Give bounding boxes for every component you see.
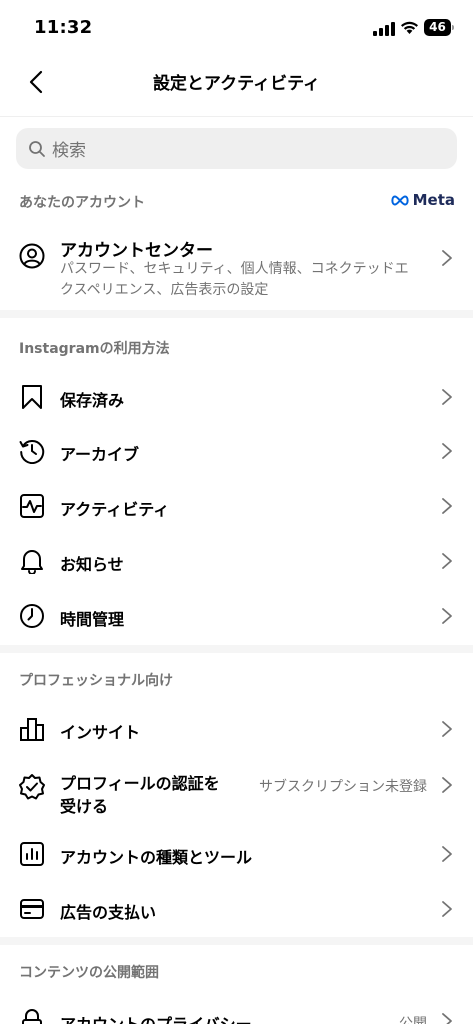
chevron-right-icon	[442, 498, 452, 514]
chevron-right-icon	[442, 608, 452, 624]
menu-item-label: 時間管理	[60, 610, 125, 629]
archive-history-icon	[18, 437, 46, 465]
nav-bar: 設定とアクティビティ	[0, 56, 473, 106]
section-header-your-account: あなたのアカウント	[19, 195, 145, 211]
menu-item-activity[interactable]: アクティビティ	[0, 479, 473, 534]
subscription-status: サブスクリプション未登録	[259, 779, 427, 795]
status-time: 11:32	[34, 17, 93, 38]
menu-item-label: アカウントの種類とツール	[60, 848, 253, 867]
section-divider	[0, 937, 473, 945]
menu-item-label-line1: プロフィールの認証を	[60, 774, 220, 793]
menu-item-label: 広告の支払い	[60, 903, 157, 922]
user-circle-icon	[18, 242, 46, 270]
menu-item-label: アカウントのプライバシー	[60, 1011, 252, 1024]
battery-icon: 46	[424, 19, 454, 36]
activity-icon	[18, 492, 46, 520]
battery-tip	[452, 25, 454, 30]
meta-logo: Meta	[390, 191, 455, 209]
chevron-right-icon	[442, 901, 452, 917]
bar-chart-icon	[18, 715, 46, 743]
chevron-right-icon	[442, 1013, 452, 1024]
section-header-for-professionals: プロフェッショナル向け	[19, 673, 173, 689]
bell-icon	[18, 547, 46, 575]
menu-item-insights[interactable]: インサイト	[0, 702, 473, 757]
chevron-right-icon	[442, 389, 452, 405]
chevron-right-icon	[442, 721, 452, 737]
menu-item-label: アクティビティ	[60, 500, 170, 519]
lock-icon	[18, 1008, 46, 1024]
chevron-right-icon	[442, 777, 452, 793]
chevron-right-icon	[442, 846, 452, 862]
section-divider	[0, 645, 473, 653]
menu-item-time-management[interactable]: 時間管理	[0, 589, 473, 644]
section-header-content-visibility: コンテンツの公開範囲	[19, 965, 159, 981]
search-input[interactable]: 検索	[16, 128, 457, 169]
battery-level: 46	[424, 19, 451, 36]
credit-card-icon	[18, 895, 46, 923]
wifi-icon	[401, 21, 418, 34]
menu-item-account-type[interactable]: アカウントの種類とツール	[0, 827, 473, 882]
search-icon	[29, 140, 45, 157]
section-header-how-you-use: Instagramの利用方法	[19, 341, 170, 357]
chevron-right-icon	[442, 553, 452, 569]
meta-label: Meta	[412, 191, 455, 209]
page-title: 設定とアクティビティ	[152, 74, 321, 94]
account-center-title: アカウントセンター	[60, 241, 213, 261]
menu-item-label: 保存済み	[60, 391, 125, 410]
section-divider	[0, 310, 473, 318]
chevron-right-icon	[442, 250, 452, 266]
menu-item-label: アーカイブ	[60, 445, 140, 464]
chevron-right-icon	[442, 443, 452, 459]
menu-item-label: インサイト	[60, 723, 141, 742]
bookmark-icon	[18, 383, 46, 411]
menu-item-account-privacy[interactable]: アカウントのプライバシー 公開	[0, 996, 473, 1024]
menu-item-archive[interactable]: アーカイブ	[0, 424, 473, 479]
account-center-subtitle: パスワード、セキュリティ、個人情報、コネクテッドエクスペリエンス、広告表示の設定	[60, 261, 409, 298]
cellular-signal-icon	[373, 22, 395, 36]
menu-item-saved[interactable]: 保存済み	[0, 370, 473, 424]
search-placeholder: 検索	[52, 141, 86, 161]
menu-item-notifications[interactable]: お知らせ	[0, 534, 473, 589]
chart-square-icon	[18, 840, 46, 868]
menu-item-label-line2: 受ける	[60, 797, 109, 816]
clock-icon	[18, 602, 46, 630]
privacy-status: 公開	[399, 1016, 427, 1024]
verified-badge-icon	[18, 773, 46, 801]
menu-item-label: お知らせ	[60, 555, 124, 574]
menu-item-ad-payments[interactable]: 広告の支払い	[0, 882, 473, 937]
menu-item-verification[interactable]: プロフィールの認証を 受ける サブスクリプション未登録	[0, 757, 473, 827]
divider	[0, 116, 473, 117]
meta-infinity-icon	[390, 194, 409, 206]
status-bar: 11:32 46	[0, 0, 473, 56]
